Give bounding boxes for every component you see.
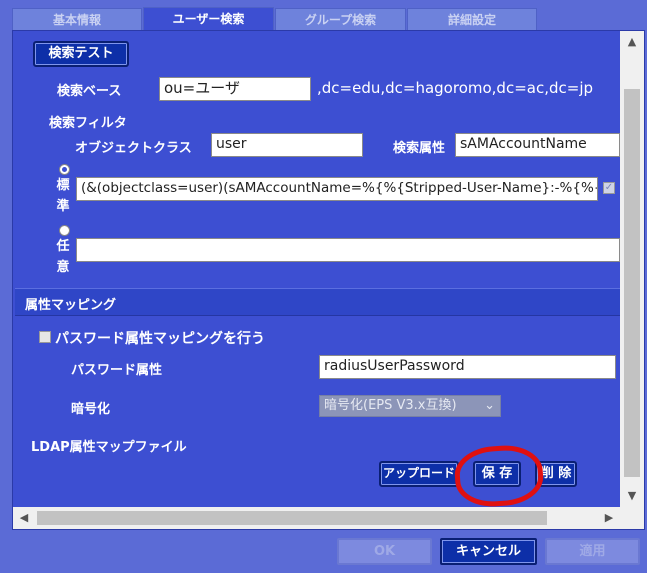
custom-label-1: 任 xyxy=(56,239,70,254)
custom-label-2: 意 xyxy=(56,260,70,275)
custom-filter-radio[interactable] xyxy=(59,225,70,236)
standard-filter-checkbox[interactable]: ✓ xyxy=(603,182,615,194)
scroll-up-icon[interactable]: ▲ xyxy=(620,31,644,53)
encryption-select[interactable]: 暗号化(EPS V3.x互換) ⌄ xyxy=(319,395,501,417)
vertical-scroll-thumb[interactable] xyxy=(624,89,640,477)
custom-filter-input[interactable] xyxy=(76,238,620,262)
tab-group-search[interactable]: グループ検索 xyxy=(275,8,406,30)
chevron-down-icon: ⌄ xyxy=(484,398,495,413)
scroll-left-icon[interactable]: ◀ xyxy=(13,507,35,529)
scroll-right-icon[interactable]: ▶ xyxy=(598,507,620,529)
object-class-input[interactable]: user xyxy=(211,133,363,157)
search-attribute-label: 検索属性 xyxy=(393,141,446,156)
encryption-select-value: 暗号化(EPS V3.x互換) xyxy=(324,398,457,413)
attribute-mapping-heading: 属性マッピング xyxy=(25,298,117,313)
standard-filter-input[interactable]: (&(objectclass=user)(sAMAccountName=%{%{… xyxy=(76,177,598,201)
apply-button[interactable]: 適用 xyxy=(545,538,640,565)
vertical-scrollbar[interactable]: ▲ ▼ xyxy=(620,31,644,507)
password-attribute-label: パスワード属性 xyxy=(71,363,163,378)
search-base-label: 検索ベース xyxy=(57,84,122,99)
tab-basic-info[interactable]: 基本情報 xyxy=(12,8,142,30)
horizontal-scroll-thumb[interactable] xyxy=(37,511,547,525)
panel-content: 検索テスト 検索ベース ou=ユーザ ,dc=edu,dc=hagoromo,d… xyxy=(13,31,620,507)
upload-button[interactable]: アップロード xyxy=(379,461,459,487)
tab-advanced-settings[interactable]: 詳細設定 xyxy=(407,8,537,30)
password-attribute-input[interactable]: radiusUserPassword xyxy=(319,355,616,379)
ldap-map-heading: LDAP属性マップファイル xyxy=(31,440,187,455)
search-base-input[interactable]: ou=ユーザ xyxy=(159,77,311,101)
standard-label-2: 準 xyxy=(56,199,70,214)
search-test-button[interactable]: 検索テスト xyxy=(33,41,129,67)
ok-button[interactable]: OK xyxy=(337,538,432,565)
attribute-mapping-section: 属性マッピング xyxy=(15,288,620,316)
horizontal-scrollbar[interactable]: ◀ ▶ xyxy=(13,507,620,529)
tab-bar: 基本情報 ユーザー検索 グループ検索 詳細設定 xyxy=(12,7,542,31)
search-filter-heading: 検索フィルタ xyxy=(49,116,127,131)
password-mapping-checkbox[interactable] xyxy=(39,331,51,343)
standard-filter-radio[interactable] xyxy=(59,164,70,175)
search-base-suffix: ,dc=edu,dc=hagoromo,dc=ac,dc=jp xyxy=(317,79,594,97)
tab-user-search[interactable]: ユーザー検索 xyxy=(143,7,274,31)
search-attribute-input[interactable]: sAMAccountName xyxy=(455,133,620,157)
object-class-label: オブジェクトクラス xyxy=(75,141,192,156)
password-mapping-label: パスワード属性マッピングを行う xyxy=(55,331,265,347)
encryption-label: 暗号化 xyxy=(71,402,111,417)
standard-label-1: 標 xyxy=(56,178,70,193)
cancel-button[interactable]: キャンセル xyxy=(440,538,537,565)
settings-panel: 検索テスト 検索ベース ou=ユーザ ,dc=edu,dc=hagoromo,d… xyxy=(12,30,645,530)
scroll-down-icon[interactable]: ▼ xyxy=(620,485,644,507)
scrollbar-corner xyxy=(620,507,644,529)
